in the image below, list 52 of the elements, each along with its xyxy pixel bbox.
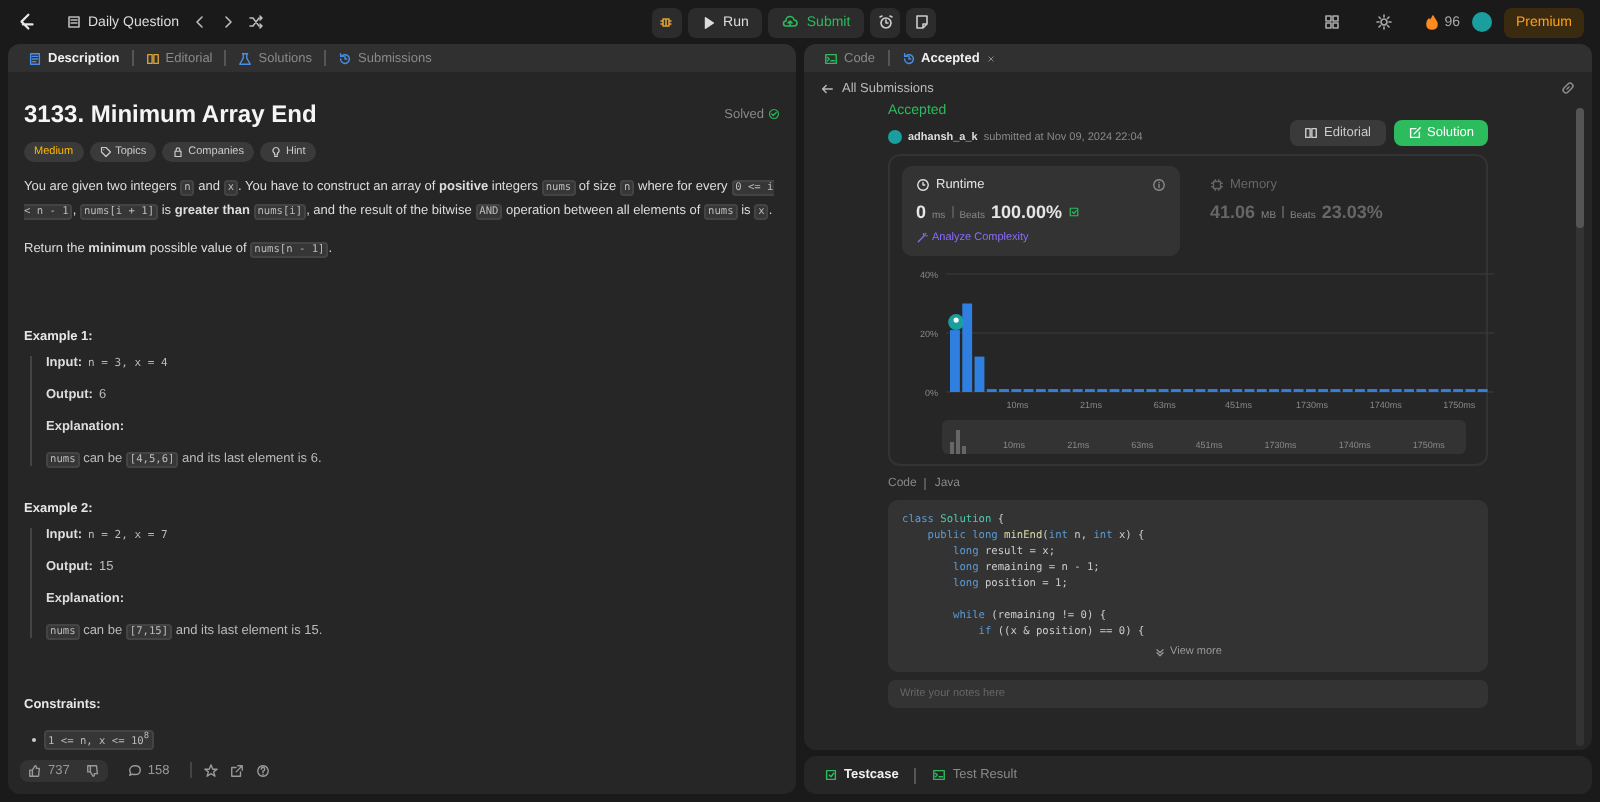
clock-icon — [916, 178, 930, 192]
back-arrow-icon — [820, 81, 834, 95]
lightbulb-icon — [269, 146, 282, 158]
code-icon — [824, 51, 838, 65]
debug-button[interactable] — [651, 7, 682, 37]
cloud-upload-icon — [782, 14, 799, 30]
list-icon[interactable] — [66, 14, 82, 30]
previous-icon[interactable] — [191, 14, 208, 30]
note-icon — [913, 14, 930, 30]
star-icon[interactable] — [203, 763, 218, 777]
avatar — [888, 130, 902, 144]
thumbs-up-icon — [28, 763, 42, 777]
metric-value: 41.06 — [1210, 202, 1256, 222]
terminal-icon — [932, 768, 947, 782]
alarm-clock-icon — [877, 14, 894, 30]
bug-icon — [658, 14, 675, 30]
document-icon — [28, 51, 42, 65]
share-icon[interactable] — [229, 763, 244, 777]
book-icon — [145, 51, 160, 65]
fire-icon[interactable] — [1424, 14, 1441, 30]
notes-button[interactable] — [906, 7, 937, 37]
flask-icon — [238, 51, 253, 65]
metric-value: 0 — [916, 202, 927, 222]
lock-icon — [172, 146, 185, 158]
link-icon[interactable] — [1560, 80, 1576, 96]
shuffle-icon[interactable] — [247, 14, 264, 30]
chip-icon — [1210, 178, 1224, 192]
thumbs-down-icon — [85, 763, 100, 777]
timer-button[interactable] — [870, 7, 901, 37]
history-icon — [338, 51, 352, 65]
beats-percent: 23.03% — [1321, 202, 1383, 222]
scrollbar-thumb[interactable] — [1576, 108, 1584, 228]
comment-icon — [127, 763, 142, 777]
chevrons-down-icon — [1154, 646, 1167, 658]
problem-title: 3133. Minimum Array End — [24, 100, 317, 128]
user-marker-icon — [948, 314, 965, 331]
next-icon[interactable] — [219, 14, 236, 30]
layout-icon[interactable] — [1324, 14, 1341, 30]
wand-icon — [916, 232, 928, 244]
badge-icon — [1068, 206, 1081, 218]
play-icon — [701, 15, 716, 29]
info-icon — [1152, 178, 1166, 192]
close-icon[interactable] — [985, 53, 996, 63]
settings-icon[interactable] — [1376, 14, 1393, 30]
avatar[interactable] — [1472, 12, 1492, 32]
tag-icon — [99, 146, 112, 158]
help-icon[interactable] — [255, 763, 270, 777]
edit-icon — [1407, 126, 1421, 140]
book-icon — [1304, 126, 1319, 140]
beats-percent: 100.00% — [990, 202, 1063, 222]
checkbox-icon — [824, 768, 838, 782]
history-icon — [901, 51, 916, 65]
